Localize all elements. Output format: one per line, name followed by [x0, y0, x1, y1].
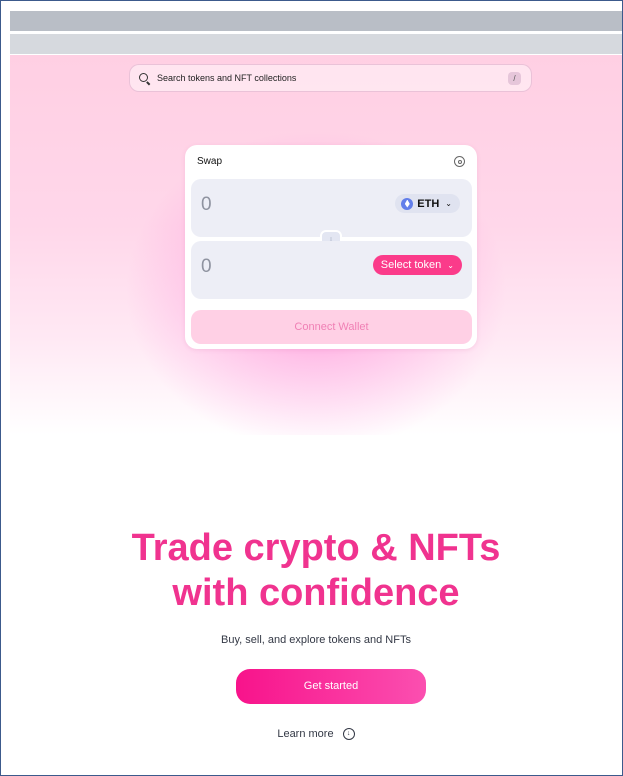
eth-token-selector[interactable]: ETH ⌄ [395, 194, 460, 213]
hero-headline: Trade crypto & NFTs with confidence [10, 526, 622, 616]
hero-subtitle: Buy, sell, and explore tokens and NFTs [221, 634, 411, 646]
ethereum-icon [401, 197, 414, 210]
search-bar[interactable]: Search tokens and NFT collections / [129, 64, 532, 92]
to-amount-input[interactable]: 0 [201, 256, 212, 278]
headline-line-2: with confidence [172, 572, 460, 614]
chevron-down-icon: ⌄ [447, 260, 454, 270]
from-amount-input[interactable]: 0 [201, 194, 212, 216]
select-token-button[interactable]: Select token ⌄ [372, 255, 462, 275]
swap-to-panel: 0 Select token ⌄ [191, 241, 472, 299]
search-input[interactable]: Search tokens and NFT collections [157, 73, 296, 83]
select-token-label: Select token [380, 259, 442, 271]
search-shortcut-badge: / [508, 72, 521, 85]
token-symbol: ETH [417, 197, 440, 210]
search-icon [139, 72, 150, 84]
browser-address-strip [10, 34, 622, 54]
browser-frame: Search tokens and NFT collections / Swap… [0, 0, 623, 776]
get-started-button[interactable]: Get started [236, 669, 426, 704]
learn-more-link[interactable]: Learn more ↓ [10, 728, 622, 741]
connect-wallet-button[interactable]: Connect Wallet [191, 310, 472, 344]
headline-line-1: Trade crypto & NFTs [131, 527, 501, 569]
arrow-down-circle-icon: ↓ [342, 728, 355, 741]
chevron-down-icon: ⌄ [445, 199, 452, 208]
swap-title: Swap [197, 156, 223, 167]
swap-from-panel: 0 ETH ⌄ [191, 179, 472, 237]
learn-more-label: Learn more [277, 728, 334, 740]
gear-icon[interactable] [454, 156, 465, 167]
browser-toolbar [10, 11, 622, 31]
swap-card: Swap 0 ETH ⌄ ↓ 0 Select token ⌄ Connect … [185, 145, 477, 349]
